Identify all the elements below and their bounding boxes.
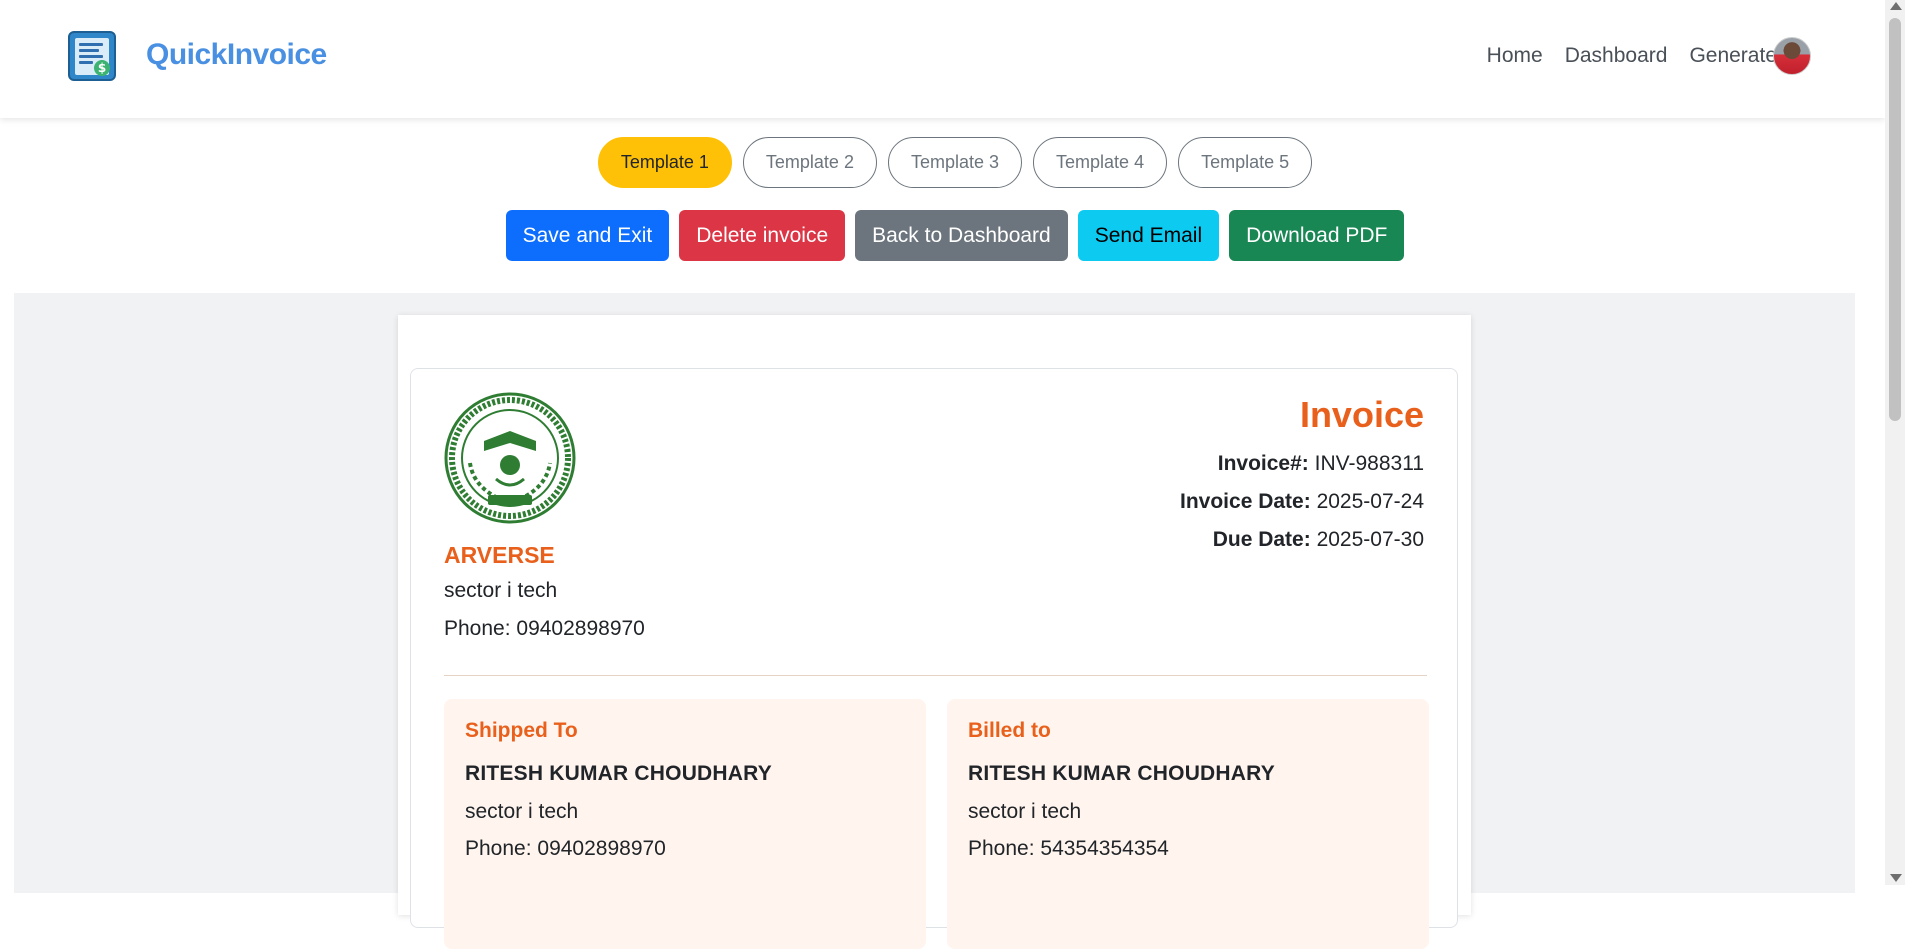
company-seal-logo bbox=[444, 392, 576, 524]
scroll-up-arrow-icon[interactable] bbox=[1890, 2, 1902, 10]
template-3-button[interactable]: Template 3 bbox=[887, 137, 1023, 188]
invoice-title: Invoice bbox=[1299, 394, 1424, 435]
invoice-card: ARVERSE sector i tech Phone: 09402898970… bbox=[410, 368, 1458, 949]
nav-dashboard-link[interactable]: Dashboard bbox=[1565, 44, 1668, 68]
download-pdf-button[interactable]: Download PDF bbox=[1229, 210, 1405, 261]
nav-home-link[interactable]: Home bbox=[1487, 44, 1543, 68]
page-scrollbar[interactable] bbox=[1885, 0, 1905, 885]
company-phone: Phone: 09402898970 bbox=[444, 617, 645, 640]
action-buttons: Save and Exit Delete invoice Back to Das… bbox=[0, 210, 1885, 261]
shipped-to-heading: Shipped To bbox=[465, 719, 578, 742]
delete-invoice-button[interactable]: Delete invoice bbox=[679, 210, 846, 261]
nav-links: Home Dashboard Generate bbox=[1487, 44, 1777, 68]
shipped-to-name: RITESH KUMAR CHOUDHARY bbox=[465, 762, 772, 785]
scroll-thumb[interactable] bbox=[1889, 18, 1901, 421]
invoice-number: Invoice#: INV-988311 bbox=[1218, 452, 1424, 476]
template-4-button[interactable]: Template 4 bbox=[1033, 137, 1168, 188]
invoice-number-label: Invoice#: bbox=[1217, 452, 1309, 475]
company-name: ARVERSE bbox=[444, 542, 555, 568]
scroll-down-arrow-icon[interactable] bbox=[1890, 874, 1902, 882]
invoice-date-label: Invoice Date: bbox=[1180, 490, 1311, 513]
invoice-paper: ARVERSE sector i tech Phone: 09402898970… bbox=[398, 315, 1471, 949]
billed-to-name: RITESH KUMAR CHOUDHARY bbox=[968, 762, 1275, 785]
template-5-button[interactable]: Template 5 bbox=[1178, 137, 1313, 188]
due-date-label: Due Date: bbox=[1212, 528, 1311, 551]
template-1-button[interactable]: Template 1 bbox=[597, 137, 732, 188]
billed-to-address: sector i tech bbox=[968, 800, 1082, 823]
billed-to-phone: Phone: 54354354354 bbox=[968, 837, 1169, 860]
brand-name[interactable]: QuickInvoice bbox=[146, 38, 327, 72]
billed-to-box: Billed to RITESH KUMAR CHOUDHARY sector … bbox=[947, 699, 1429, 949]
template-selector: Template 1 Template 2 Template 3 Templat… bbox=[0, 137, 1885, 188]
template-2-button[interactable]: Template 2 bbox=[742, 137, 877, 188]
section-divider bbox=[444, 675, 1427, 676]
shipped-to-phone: Phone: 09402898970 bbox=[465, 837, 666, 860]
send-email-button[interactable]: Send Email bbox=[1077, 210, 1220, 261]
shipped-to-address: sector i tech bbox=[465, 800, 579, 823]
save-and-exit-button[interactable]: Save and Exit bbox=[505, 210, 670, 261]
user-avatar[interactable] bbox=[1773, 37, 1811, 75]
shipped-to-box: Shipped To RITESH KUMAR CHOUDHARY sector… bbox=[444, 699, 926, 949]
navbar: $ QuickInvoice Home Dashboard Generate bbox=[0, 0, 1885, 118]
invoice-logo-icon[interactable]: $ bbox=[68, 31, 116, 81]
billed-to-heading: Billed to bbox=[968, 719, 1051, 742]
nav-generate-link[interactable]: Generate bbox=[1689, 44, 1777, 68]
invoice-date: Invoice Date: 2025-07-24 bbox=[1180, 490, 1424, 514]
invoice-number-value: INV-988311 bbox=[1314, 452, 1424, 475]
company-address: sector i tech bbox=[444, 579, 558, 602]
back-to-dashboard-button[interactable]: Back to Dashboard bbox=[855, 210, 1068, 261]
due-date-value: 2025-07-30 bbox=[1316, 528, 1424, 551]
invoice-due-date: Due Date: 2025-07-30 bbox=[1213, 528, 1424, 552]
invoice-date-value: 2025-07-24 bbox=[1316, 490, 1424, 513]
